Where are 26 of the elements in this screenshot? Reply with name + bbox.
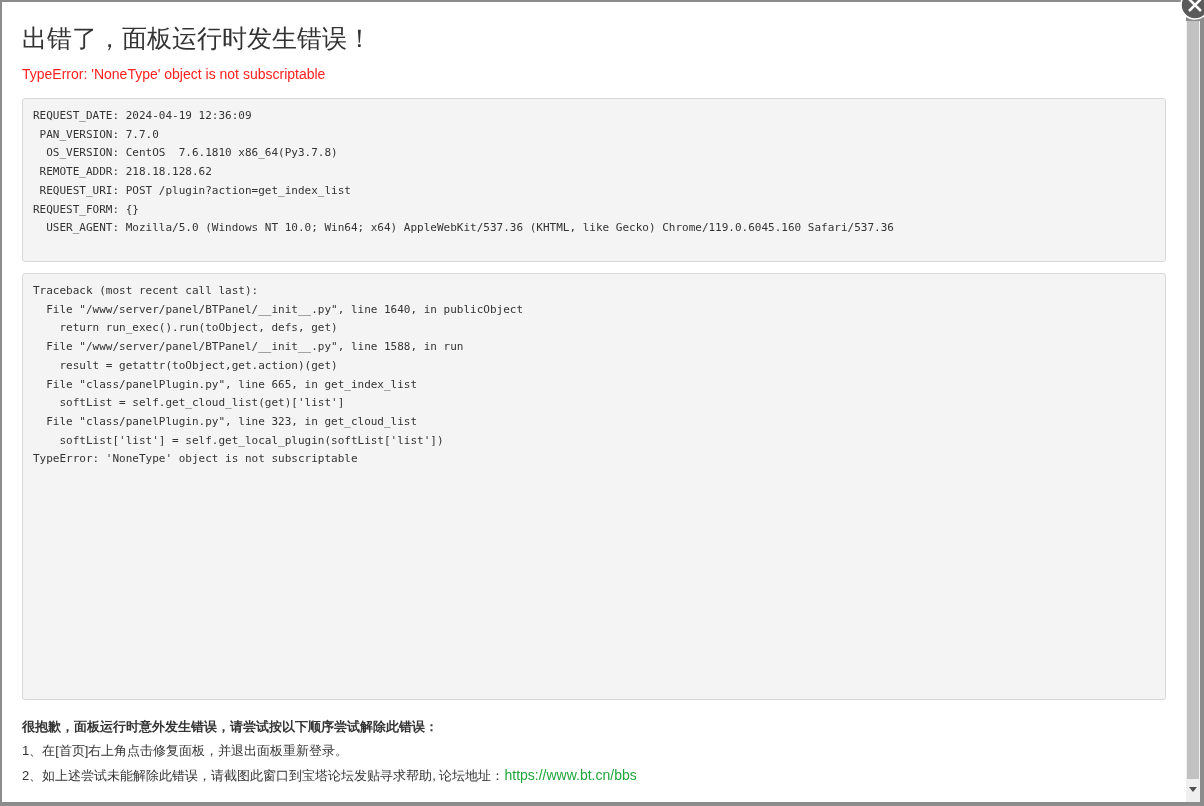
help-step: 1、在[首页]右上角点击修复面板，并退出面板重新登录。 — [22, 741, 349, 761]
forum-link[interactable]: https://www.bt.cn/bbs — [504, 765, 637, 785]
traceback-line: File "class/panelPlugin.py", line 323, in get_cloud_list — [45, 413, 418, 430]
help-heading: 很抱歉，面板运行时意外发生错误，请尝试按以下顺序尝试解除此错误： — [22, 718, 439, 736]
request-info-line: OS_VERSION: CentOS 7.6.1810 x86_64(Py3.7.8) — [45, 145, 338, 162]
scroll-down-icon[interactable] — [1189, 787, 1197, 792]
traceback-line: Traceback (most recent call last): — [33, 283, 259, 299]
help-step: 2、如上述尝试未能解除此错误，请截图此窗口到宝塔论坛发贴寻求帮助, 论坛地址： — [22, 766, 505, 786]
request-info-line: PAN_VERSION: 7.7.0 — [38, 126, 159, 143]
error-message: TypeError: 'NoneType' object is not subscriptable — [22, 65, 327, 84]
request-info-line: REQUEST_DATE: 2024-04-19 12:36:09 — [33, 108, 252, 124]
request-info-line: REQUEST_URI: POST /plugin?action=get_index_list — [38, 182, 351, 199]
error-title: 出错了，面板运行时发生错误！ — [22, 23, 373, 54]
traceback-line: softList = self.get_cloud_list(get)['list'] — [58, 395, 345, 412]
scrollbar[interactable] — [1186, 21, 1200, 802]
traceback-line: File "class/panelPlugin.py", line 665, in get_index_list — [45, 376, 418, 393]
traceback-line: TypeError: 'NoneType' object is not subscriptable — [33, 451, 358, 468]
request-info-line: REMOTE_ADDR: 218.18.128.62 — [38, 164, 212, 181]
traceback-line: File "/www/server/panel/BTPanel/__init__.py", line 1588, in run — [45, 339, 464, 356]
request-info-line: REQUEST_FORM: {} — [33, 201, 139, 218]
traceback-line: softList['list'] = self.get_local_plugin(softList['list']) — [58, 432, 444, 449]
request-info-line: USER_AGENT: Mozilla/5.0 (Windows NT 10.0; Win64; x64) AppleWebKit/537.36 (KHTML, like Gecko) Chrome/119.0.6045.160 Safari/537.36 — [45, 220, 894, 237]
traceback-line: File "/www/server/panel/BTPanel/__init__.py", line 1640, in publicObject — [45, 301, 524, 318]
traceback-line: return run_exec().run(toObject, defs, get) — [58, 320, 338, 337]
traceback-line: result = getattr(toObject,get.action)(get) — [58, 357, 338, 374]
scrollbar-thumb[interactable] — [1187, 21, 1199, 779]
